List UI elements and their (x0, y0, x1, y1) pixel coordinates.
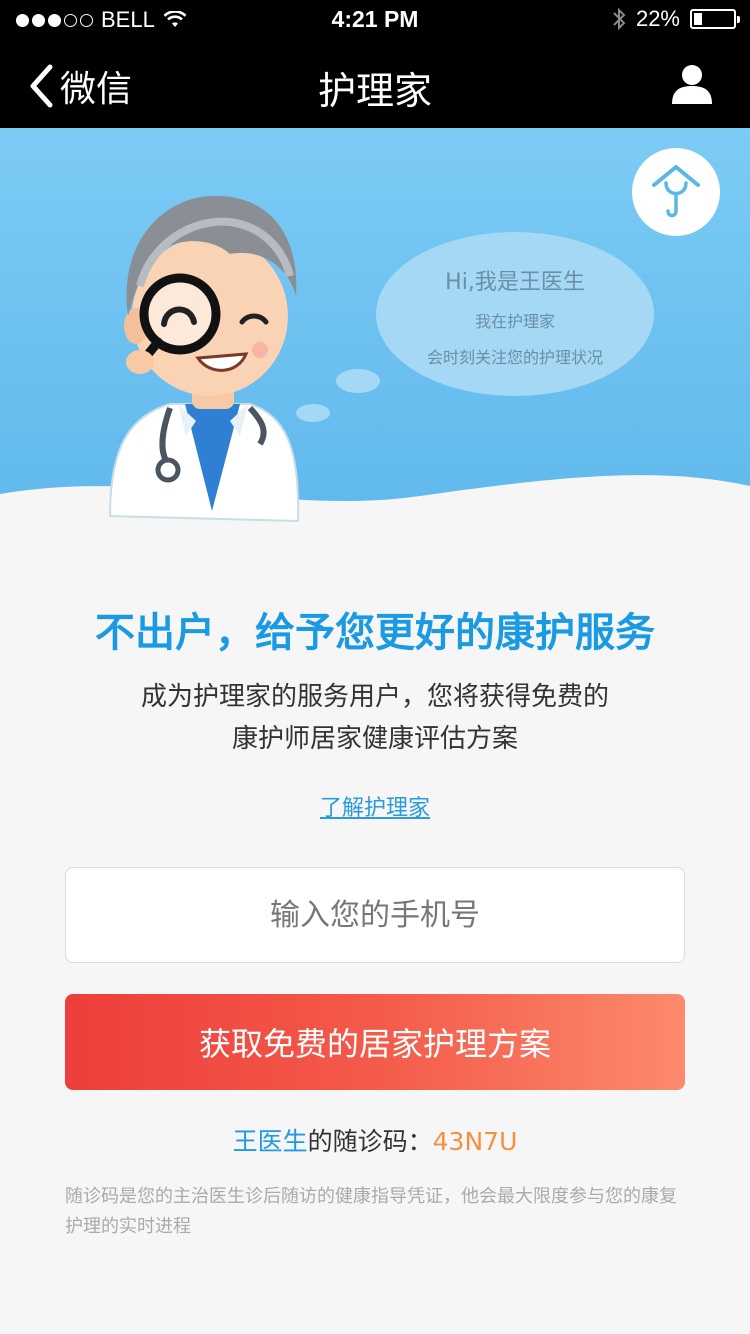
speech-bubble: Hi,我是王医生 我在护理家 会时刻关注您的护理状况 (376, 232, 654, 396)
page-title: 护理家 (317, 69, 432, 113)
learn-more-link[interactable]: 了解护理家 (0, 790, 750, 822)
code-value: 43N7U (432, 1127, 518, 1156)
bubble-line-1: 我在护理家 (474, 312, 555, 331)
app-logo (632, 148, 720, 236)
doctor-name: 王医生 (232, 1127, 308, 1156)
bluetooth-icon (613, 7, 626, 31)
nav-bar: 微信 护理家 (0, 40, 750, 128)
subtitle-line-1: 成为护理家的服务用户，您将获得免费的 (140, 682, 609, 712)
house-stethoscope-icon (652, 165, 700, 218)
phone-number-input[interactable] (65, 867, 685, 963)
bubble-tail-large (336, 369, 380, 393)
hero-banner: Hi,我是王医生 我在护理家 会时刻关注您的护理状况 (0, 128, 750, 528)
status-bar: BELL 4:21 PM 22% (0, 0, 750, 40)
subtitle: 成为护理家的服务用户，您将获得免费的 康护师居家健康评估方案 (0, 676, 750, 760)
battery-percent: 22% (635, 6, 680, 31)
code-explanation: 随诊码是您的主治医生诊后随访的健康指导凭证，他会最大限度参与您的康复护理的实时进… (65, 1186, 677, 1237)
battery-icon (690, 9, 740, 29)
get-free-plan-button[interactable]: 获取免费的居家护理方案 (65, 994, 685, 1090)
follow-up-code: 王医生的随诊码：43N7U (0, 1122, 750, 1158)
code-label: 的随诊码： (307, 1127, 433, 1156)
battery-fill (694, 13, 702, 25)
headline: 不出户，给予您更好的康护服务 (95, 610, 655, 656)
doctor-illustration (108, 195, 300, 523)
status-right: 22% (612, 6, 740, 32)
subtitle-line-2: 康护师居家健康评估方案 (231, 724, 518, 754)
user-icon[interactable] (670, 64, 714, 104)
bubble-title: Hi,我是王医生 (445, 270, 585, 295)
bubble-line-2: 会时刻关注您的护理状况 (426, 348, 603, 367)
